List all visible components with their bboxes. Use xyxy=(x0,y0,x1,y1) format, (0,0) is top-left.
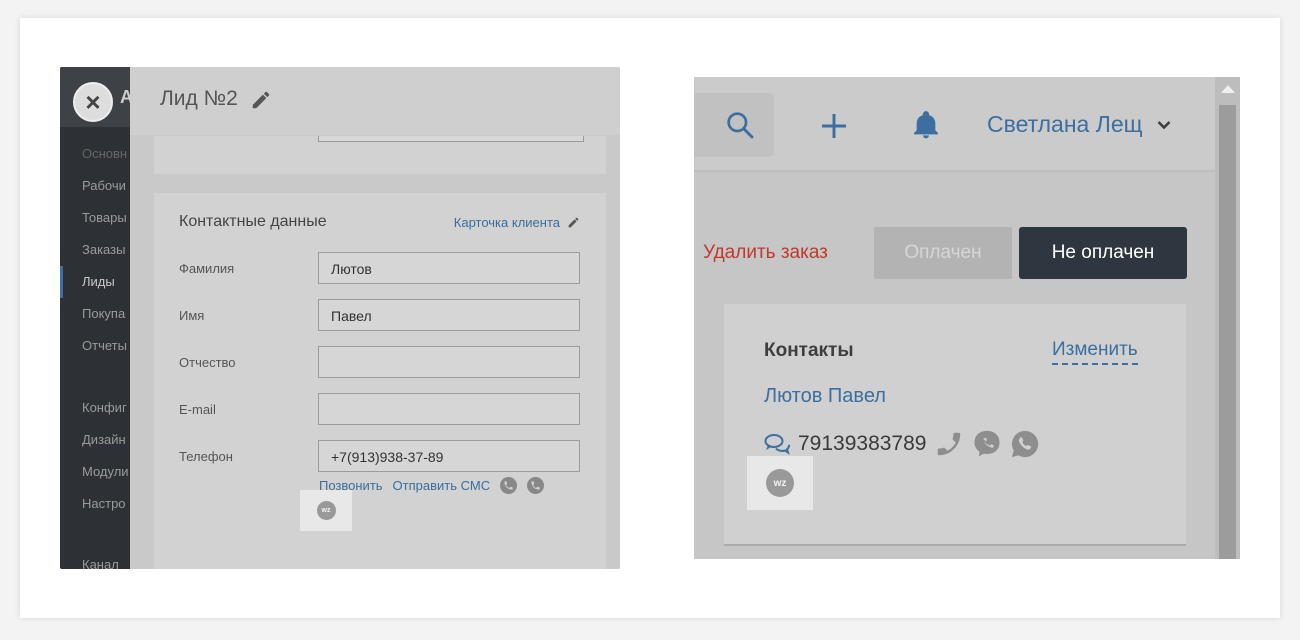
plus-icon[interactable] xyxy=(818,110,850,142)
search-button[interactable] xyxy=(694,93,774,157)
sidebar-item[interactable]: Покупа xyxy=(82,306,130,321)
contact-phone-row: 79139383789 xyxy=(764,429,1040,459)
contact-phone: 79139383789 xyxy=(798,432,927,455)
lastname-label: Фамилия xyxy=(179,261,235,276)
paid-button[interactable]: Оплачен xyxy=(874,227,1012,279)
comment-textarea[interactable] xyxy=(318,136,584,142)
client-card-link-label: Карточка клиента xyxy=(453,215,560,230)
phone-actions: Позвонить Отправить СМС xyxy=(319,477,545,494)
sidebar-item[interactable]: Дизайн xyxy=(82,432,130,447)
sidebar-item[interactable]: Заказы xyxy=(82,242,130,257)
edit-contacts-link[interactable]: Изменить xyxy=(1052,339,1138,365)
unpaid-button[interactable]: Не оплачен xyxy=(1019,227,1187,279)
page-title: Лид №2 xyxy=(160,87,238,110)
top-bar: Светлана Лещ xyxy=(694,77,1215,172)
sidebar-item-leads[interactable]: Лиды xyxy=(82,274,130,289)
phone-field[interactable]: +7(913)938-37-89 xyxy=(318,440,580,472)
whatsapp-icon[interactable] xyxy=(527,477,545,494)
viber-icon[interactable] xyxy=(500,477,518,494)
patronymic-label: Отчество xyxy=(179,355,236,370)
sidebar-item[interactable]: Отчеты xyxy=(82,338,130,353)
scroll-up-arrow-icon[interactable] xyxy=(1221,85,1235,93)
sidebar-item[interactable]: Рабочи xyxy=(82,178,130,193)
lead-header: Лид №2 xyxy=(130,67,620,135)
whatsapp-icon[interactable] xyxy=(1010,429,1040,459)
scrollbar[interactable] xyxy=(1215,77,1240,559)
email-field[interactable] xyxy=(318,393,580,425)
phone-icon[interactable] xyxy=(934,429,964,459)
delete-order-link[interactable]: Удалить заказ xyxy=(703,242,828,264)
sidebar-item[interactable]: Настро xyxy=(82,496,130,511)
patronymic-field[interactable] xyxy=(318,346,580,378)
pencil-icon[interactable] xyxy=(250,89,272,111)
lead-panel: Лид №2 Контактные данные Карточка клиент… xyxy=(130,67,620,569)
send-sms-link[interactable]: Отправить СМС xyxy=(393,478,491,493)
sidebar-item[interactable]: Канал xyxy=(82,557,130,569)
scroll-thumb[interactable] xyxy=(1219,105,1236,559)
sidebar-item[interactable]: Основн xyxy=(82,146,130,161)
sidebar-item[interactable]: Модули xyxy=(82,464,130,479)
wz-widget[interactable]: wz xyxy=(747,456,813,510)
email-label: E-mail xyxy=(179,402,216,417)
sidebar-item[interactable]: Товары xyxy=(82,210,130,225)
comment-section xyxy=(154,136,606,174)
section-divider xyxy=(724,544,1186,546)
chat-bubbles-icon[interactable] xyxy=(764,433,790,455)
user-menu[interactable]: Светлана Лещ xyxy=(987,111,1171,138)
left-screenshot: A Основн Рабочи Товары Заказы Лиды Покуп… xyxy=(60,67,620,569)
lastname-field[interactable]: Лютов xyxy=(318,252,580,284)
contact-data-section: Контактные данные Карточка клиента Фамил… xyxy=(154,193,606,569)
firstname-field[interactable]: Павел xyxy=(318,299,580,331)
viber-icon[interactable] xyxy=(972,429,1002,459)
admin-sidebar: A Основн Рабочи Товары Заказы Лиды Покуп… xyxy=(60,67,133,569)
close-button[interactable]: × xyxy=(73,82,113,122)
right-screenshot: Светлана Лещ Удалить заказ Оплачен Не оп… xyxy=(694,77,1240,559)
sidebar-item[interactable]: Конфиг xyxy=(82,400,130,415)
phone-label: Телефон xyxy=(179,449,233,464)
pencil-icon xyxy=(568,217,579,228)
user-name: Светлана Лещ xyxy=(987,111,1143,137)
client-card-link[interactable]: Карточка клиента xyxy=(454,215,580,230)
close-icon: × xyxy=(85,87,101,117)
sidebar-active-indicator xyxy=(60,266,63,298)
chevron-down-icon xyxy=(1157,120,1170,129)
bell-icon[interactable] xyxy=(910,108,942,142)
search-icon xyxy=(727,112,754,139)
firstname-label: Имя xyxy=(179,308,205,323)
wz-logo-icon: wz xyxy=(766,469,794,497)
wz-logo-icon: wz xyxy=(316,501,336,520)
contacts-title: Контакты xyxy=(764,340,854,361)
wz-widget[interactable]: wz xyxy=(300,490,352,531)
section-title: Контактные данные xyxy=(179,213,327,230)
contact-name-link[interactable]: Лютов Павел xyxy=(764,385,886,408)
